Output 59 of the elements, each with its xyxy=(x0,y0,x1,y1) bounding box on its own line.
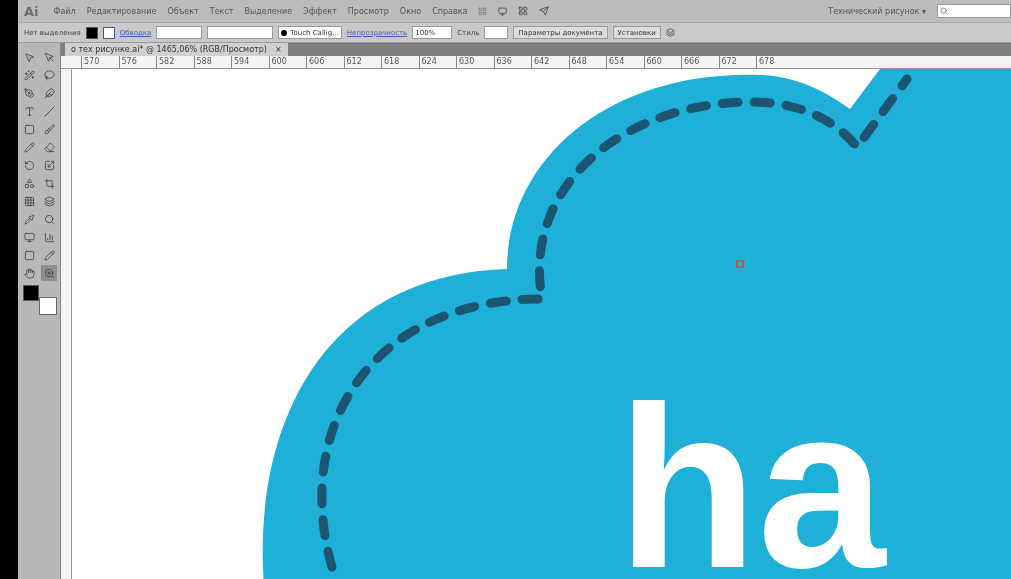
style-dropdown[interactable] xyxy=(484,26,509,39)
pencil-icon[interactable] xyxy=(21,139,37,155)
menu-item[interactable]: Окно xyxy=(399,6,422,16)
stroke-none-swatch[interactable] xyxy=(39,297,57,315)
ruler-label: 594 xyxy=(231,56,269,68)
menu-item[interactable]: Просмотр xyxy=(347,6,389,16)
eyedropper-icon[interactable] xyxy=(21,211,37,227)
ruler-label: 582 xyxy=(156,56,194,68)
menu-item[interactable]: Текст xyxy=(209,6,234,16)
feather-icon[interactable] xyxy=(41,85,57,101)
ruler-label: 570 xyxy=(81,56,119,68)
ruler-label: 648 xyxy=(568,56,606,68)
artwork-text: ha xyxy=(617,359,886,579)
send-icon[interactable] xyxy=(539,6,550,16)
app-logo: Ai xyxy=(24,3,39,19)
ruler-label: 606 xyxy=(306,56,344,68)
menu-item[interactable]: Выделение xyxy=(244,6,293,16)
ruler-label: 642 xyxy=(531,56,569,68)
close-icon[interactable]: × xyxy=(274,45,282,54)
anchor-point-icon xyxy=(736,260,744,268)
layers-icon[interactable] xyxy=(41,193,57,209)
grid-icon[interactable] xyxy=(478,6,488,16)
workspace-switcher[interactable]: Технический рисунок ▾ xyxy=(828,6,926,16)
fill-color-swatch[interactable] xyxy=(23,285,39,301)
ruler-label: 630 xyxy=(456,56,494,68)
variable-width-dropdown[interactable] xyxy=(207,26,274,39)
stroke-swatch[interactable] xyxy=(102,26,115,39)
menu-item[interactable]: Объект xyxy=(167,6,199,16)
brush-icon[interactable] xyxy=(41,121,57,137)
ruler-label: 576 xyxy=(118,56,156,68)
ruler-label: 600 xyxy=(268,56,306,68)
ruler-label: 618 xyxy=(381,56,419,68)
ruler-label: 678 xyxy=(756,56,794,68)
line-icon[interactable] xyxy=(41,103,57,119)
ruler-label: 636 xyxy=(493,56,531,68)
menu-item[interactable]: Файл xyxy=(53,6,76,16)
ruler-label: 666 xyxy=(681,56,719,68)
fill-swatch[interactable] xyxy=(85,26,98,39)
ruler-label: 624 xyxy=(418,56,456,68)
ruler-label: 654 xyxy=(606,56,644,68)
search-field[interactable] xyxy=(937,4,1011,18)
brush-dot-icon xyxy=(281,29,288,36)
ruler-label: 612 xyxy=(343,56,381,68)
lasso-icon[interactable] xyxy=(41,67,57,83)
menu-item[interactable]: Редактирование xyxy=(86,6,157,16)
crop-icon[interactable] xyxy=(41,175,57,191)
menu-item[interactable]: Эффект xyxy=(303,6,337,16)
stroke-weight-field[interactable] xyxy=(156,26,203,39)
document-tab[interactable]: о тех рисунке.ai* @ 1465,06% (RGB/Просмотр) × xyxy=(65,43,288,56)
search-icon xyxy=(940,7,948,15)
hand-icon[interactable] xyxy=(21,265,37,281)
ruler-label: 660 xyxy=(643,56,681,68)
ruler-label: 672 xyxy=(718,56,756,68)
magic-wand-icon[interactable] xyxy=(21,67,37,83)
pen-icon[interactable] xyxy=(21,85,37,101)
monitor-icon[interactable] xyxy=(498,6,508,16)
zoom-icon[interactable] xyxy=(41,265,57,281)
ruler-label: 588 xyxy=(193,56,231,68)
menu-item[interactable]: Справка xyxy=(432,6,468,16)
